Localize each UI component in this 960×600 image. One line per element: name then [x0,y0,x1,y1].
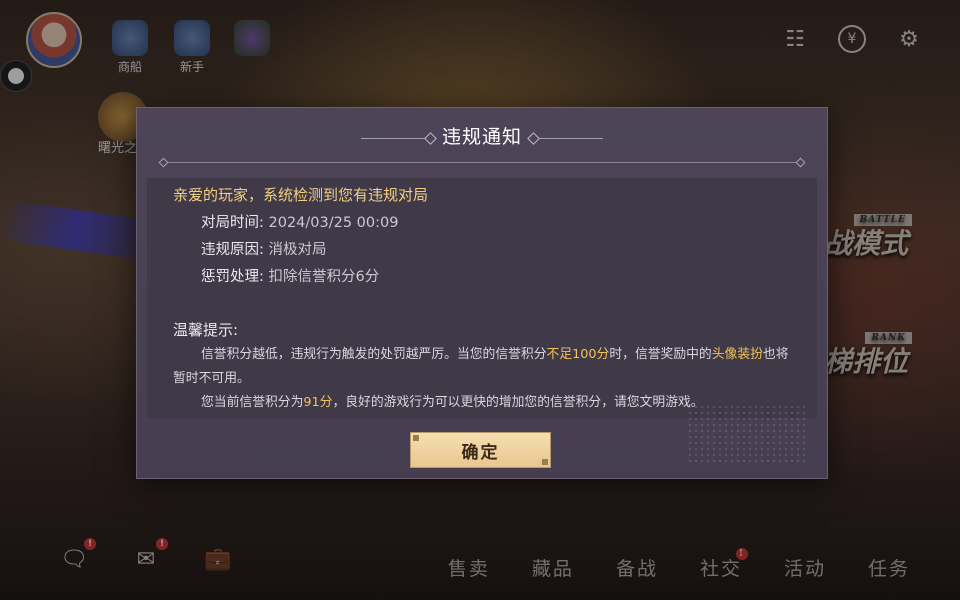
current-credit-score: 91分 [303,395,333,410]
tip-heading: 温馨提示: [173,321,239,339]
title-ornament-left [360,138,431,139]
tip1-text-a: 信誉积分越低，违规行为触发的处罚越严厉。当您的信誉积分 [201,347,547,362]
confirm-button-label: 确定 [461,442,500,463]
match-time-label: 对局时间: [201,215,264,231]
penalty-value: 扣除信誉积分6分 [268,269,380,285]
tip1-threshold: 不足100分 [546,347,610,362]
penalty-row: 惩罚处理: 扣除信誉积分6分 [201,265,379,286]
tip2-text-c: ，良好的游戏行为可以更快的增加您的信誉积分，请您文明游戏。 [332,395,704,410]
tip1-text-c: 时，信誉奖励中的 [609,347,712,362]
reason-row: 违规原因: 消极对局 [201,238,327,259]
match-time-value: 2024/03/25 00:09 [268,215,399,231]
penalty-label: 惩罚处理: [201,269,264,285]
reason-value: 消极对局 [268,242,327,258]
title-divider [163,162,801,163]
dialog-title-row: 违规通知 [137,122,827,149]
title-ornament-right [533,138,604,139]
dialog-title: 违规通知 [441,126,522,148]
reason-label: 违规原因: [201,242,264,258]
violation-notice-dialog: 违规通知 亲爱的玩家，系统检测到您有违规对局 对局时间: 2024/03/25 … [136,107,828,479]
tip-paragraph-2: 您当前信誉积分为91分，良好的游戏行为可以更快的增加您的信誉积分，请您文明游戏。 [173,391,797,415]
tip2-text-a: 您当前信誉积分为 [201,395,304,410]
tip-paragraph-1: 信誉积分越低，违规行为触发的处罚越严厉。当您的信誉积分不足100分时，信誉奖励中… [173,343,797,391]
tip1-avatar-decor: 头像装扮 [711,347,763,362]
match-time-row: 对局时间: 2024/03/25 00:09 [201,211,398,232]
confirm-button[interactable]: 确定 [410,432,551,468]
greeting-text: 亲爱的玩家，系统检测到您有违规对局 [173,186,429,204]
